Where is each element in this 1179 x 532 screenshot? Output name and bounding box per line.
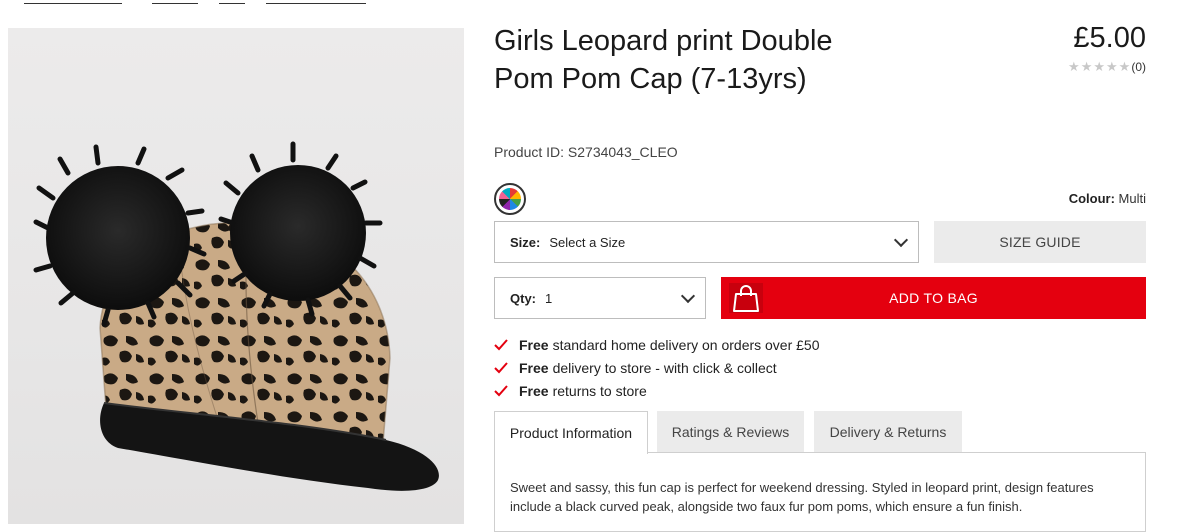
breadcrumb-link[interactable] <box>24 0 122 4</box>
tab-product-information[interactable]: Product Information <box>494 411 648 454</box>
rating-stars[interactable]: ★★★★★(0) <box>1068 59 1146 75</box>
qty-value: 1 <box>545 290 553 306</box>
leopard-cap-illustration <box>33 141 439 491</box>
product-id: Product ID: S2734043_CLEO <box>494 144 678 160</box>
shopping-bag-icon <box>729 283 763 313</box>
benefit-item: Free returns to store <box>494 379 820 402</box>
checkmark-icon <box>494 361 508 373</box>
product-description: Sweet and sassy, this fun cap is perfect… <box>510 480 1094 514</box>
size-value: Select a Size <box>549 234 626 250</box>
add-to-bag-label: ADD TO BAG <box>889 290 978 306</box>
colour-label: Colour: <box>1068 191 1115 206</box>
product-tabs: Product Information Ratings & Reviews De… <box>494 411 1154 454</box>
tab-ratings-reviews[interactable]: Ratings & Reviews <box>657 411 804 453</box>
benefit-text: returns to store <box>552 382 647 399</box>
benefit-item: Free standard home delivery on orders ov… <box>494 333 820 356</box>
size-select[interactable]: Size: Select a Size <box>494 221 919 263</box>
benefit-text: delivery to store - with click & collect <box>552 359 777 376</box>
breadcrumb <box>0 0 760 6</box>
rating-count: (0) <box>1131 60 1146 74</box>
quantity-select[interactable]: Qty: 1 <box>494 277 706 319</box>
checkmark-icon <box>494 338 508 350</box>
colour-value: Multi <box>1118 191 1146 206</box>
benefit-text: standard home delivery on orders over £5… <box>552 336 820 353</box>
colour-display: Colour: Multi <box>1069 191 1146 206</box>
chevron-down-icon <box>893 232 909 248</box>
checkmark-icon <box>494 384 508 396</box>
colour-swatch[interactable] <box>494 183 526 215</box>
benefit-bold: Free <box>519 336 549 353</box>
delivery-benefits: Free standard home delivery on orders ov… <box>494 333 820 402</box>
qty-label: Qty: <box>510 290 536 306</box>
size-label: Size: <box>510 234 541 250</box>
chevron-down-icon <box>680 288 696 304</box>
benefit-bold: Free <box>519 359 549 376</box>
benefit-item: Free delivery to store - with click & co… <box>494 356 820 379</box>
tab-panel: Sweet and sassy, this fun cap is perfect… <box>494 452 1146 532</box>
breadcrumb-link[interactable] <box>152 0 198 4</box>
add-to-bag-button[interactable]: ADD TO BAG <box>721 277 1146 319</box>
product-image[interactable] <box>8 28 464 524</box>
tab-delivery-returns[interactable]: Delivery & Returns <box>814 411 962 453</box>
size-guide-button[interactable]: SIZE GUIDE <box>934 221 1146 263</box>
benefit-bold: Free <box>519 382 549 399</box>
multi-colour-icon <box>499 188 521 210</box>
breadcrumb-link[interactable] <box>219 0 245 4</box>
product-title: Girls Leopard print Double Pom Pom Cap (… <box>494 25 833 95</box>
breadcrumb-link[interactable] <box>266 0 366 4</box>
star-icons: ★★★★★ <box>1068 59 1132 74</box>
product-price: £5.00 <box>1073 22 1146 54</box>
